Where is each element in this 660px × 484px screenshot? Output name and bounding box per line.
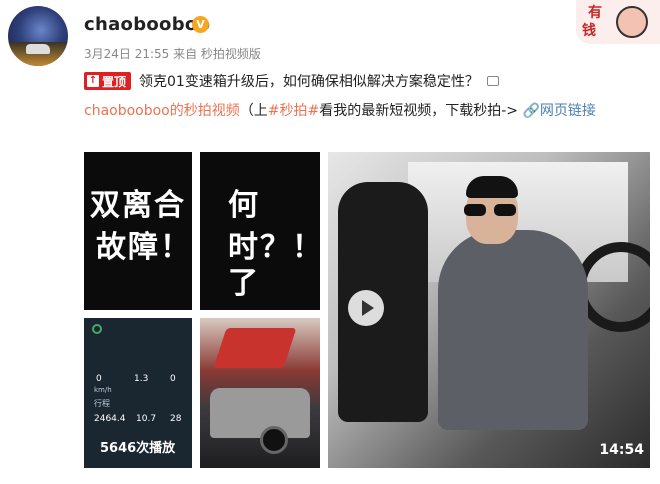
- image-tile-3[interactable]: 0 1.3 0 km/h 行程 2464.4 10.7 28 5646次播放: [84, 318, 192, 468]
- dash-avg-fuel: 10.7: [136, 414, 157, 424]
- dash-range: 28: [170, 414, 182, 424]
- image-tile-2[interactable]: 何 时？！ 了: [200, 152, 320, 310]
- pinned-badge: ↑ 置顶: [84, 72, 132, 90]
- image-tile-1[interactable]: 双离合 故障！: [84, 152, 192, 310]
- post-body: chaobooboo的秒拍视频（上#秒拍#看我的最新短视频，下载秒拍-> 🔗网页…: [84, 98, 652, 125]
- car-hood: [213, 328, 297, 368]
- play-icon[interactable]: [348, 290, 384, 326]
- avatar[interactable]: [8, 6, 68, 66]
- dash-trip-label: 行程: [94, 399, 110, 408]
- link-icon: 🔗: [522, 103, 540, 119]
- tile2-line-3: 了: [228, 266, 260, 301]
- post-title-row: ↑ 置顶 领克01变速箱升级后，如何确保相似解决方案稳定性？: [84, 70, 499, 92]
- man-hair: [466, 176, 518, 198]
- tile2-line-2: 时？！: [228, 230, 320, 265]
- video-duration: 14:54: [599, 442, 644, 458]
- sunglasses: [464, 204, 520, 216]
- body-text-a: （上: [239, 103, 268, 119]
- pig-face-icon: [616, 6, 648, 38]
- body-text-b: 看我的最新短视频，下载秒拍->: [319, 103, 519, 119]
- tile2-line-1: 何: [228, 188, 260, 223]
- hashtag-link[interactable]: #秒拍#: [268, 103, 319, 119]
- vip-icon: V: [192, 16, 209, 33]
- post-title: 领克01变速箱升级后，如何确保相似解决方案稳定性？: [139, 74, 479, 90]
- dash-temp: 0: [170, 374, 176, 384]
- dash-units-label: km/h: [94, 386, 112, 394]
- video-player[interactable]: 14:54: [328, 152, 650, 468]
- author-video-link[interactable]: chaobooboo的秒拍视频: [84, 103, 240, 119]
- car-body: [210, 388, 310, 438]
- web-link[interactable]: 🔗网页链接: [522, 103, 595, 119]
- pinned-label: 置顶: [102, 74, 127, 89]
- dashboard-ring-icon: [92, 324, 102, 334]
- dash-odometer: 2464.4: [94, 414, 126, 424]
- image-tile-4[interactable]: [200, 318, 320, 468]
- sticker-text-bottom: 钱: [582, 23, 596, 39]
- play-count: 5646次播放: [100, 441, 176, 456]
- pin-icon: ↑: [87, 75, 99, 87]
- post-meta: 3月24日 21:55 来自 秒拍视频版: [84, 47, 261, 61]
- sticker-text-top: 有: [588, 5, 602, 21]
- car-wheel: [260, 426, 288, 454]
- man-in-suit: [438, 230, 588, 430]
- dash-speed: 0: [96, 374, 102, 384]
- tile1-line-2: 故障！: [96, 230, 192, 265]
- dash-fuel-rate: 1.3: [134, 374, 149, 384]
- expand-icon[interactable]: [486, 76, 499, 86]
- sticker-image: 有 钱: [576, 0, 660, 44]
- tile1-line-1: 双离合: [90, 188, 186, 223]
